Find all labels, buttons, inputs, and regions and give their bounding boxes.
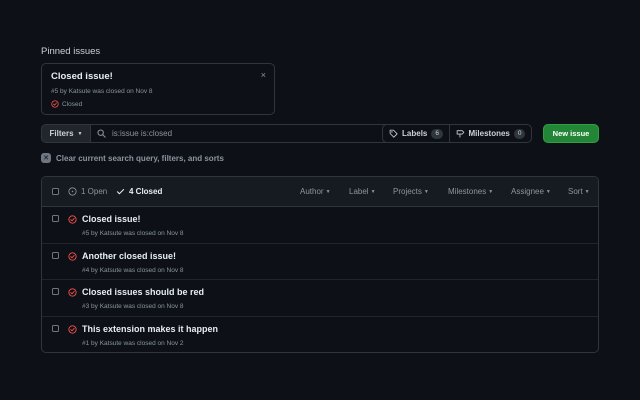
labels-button-label: Labels <box>402 129 428 138</box>
issue-meta: #4 by Katsute was closed on Nov 8 <box>82 266 184 274</box>
issue-title-link[interactable]: Closed issues should be red <box>82 287 204 297</box>
pinned-issue-status-label: Closed <box>62 100 83 108</box>
label-filter-label: Label <box>349 187 369 196</box>
open-issues-tab[interactable]: 1 Open <box>68 187 107 196</box>
issue-checkbox[interactable] <box>52 215 59 222</box>
sort-filter-label: Sort <box>568 187 583 196</box>
unpin-close-icon[interactable]: × <box>261 70 266 80</box>
chevron-down-icon: ▼ <box>423 188 429 195</box>
issue-checkbox[interactable] <box>52 288 59 295</box>
issue-title-link[interactable]: Closed issue! <box>82 214 141 224</box>
filters-button[interactable]: Filters ▼ <box>41 124 91 143</box>
issue-row[interactable]: This extension makes it happen #1 by Kat… <box>42 317 598 353</box>
issues-list-header: 1 Open 4 Closed Author ▼ Label ▼ Projects ▼… <box>42 177 598 207</box>
chevron-down-icon: ▼ <box>77 130 83 137</box>
issue-closed-icon <box>68 215 77 224</box>
clear-x-icon: ✕ <box>41 153 51 163</box>
chevron-down-icon: ▼ <box>545 188 551 195</box>
issue-meta: #5 by Katsute was closed on Nov 8 <box>82 230 184 237</box>
open-issues-label: 1 Open <box>81 187 108 196</box>
author-filter-label: Author <box>300 187 324 196</box>
check-icon <box>116 189 125 195</box>
pinned-issue-title[interactable]: Closed issue! <box>51 71 113 82</box>
issue-meta: #1 by Katsute was closed on Nov 2 <box>82 339 184 347</box>
filters-button-label: Filters <box>49 129 74 138</box>
pinned-issue-status: Closed <box>51 100 82 108</box>
issue-open-icon <box>68 187 77 196</box>
milestones-button-label: Milestones <box>468 129 510 138</box>
milestones-filter[interactable]: Milestones ▼ <box>448 187 493 196</box>
chevron-down-icon: ▼ <box>370 188 376 195</box>
issue-closed-icon <box>68 324 77 334</box>
chevron-down-icon: ▼ <box>488 188 494 195</box>
issue-title-link[interactable]: Another closed issue! <box>82 251 176 261</box>
issue-meta: #3 by Katsute was closed on Nov 8 <box>82 303 184 310</box>
milestones-button[interactable]: Milestones 0 <box>449 124 532 143</box>
issue-checkbox[interactable] <box>52 251 59 259</box>
search-icon <box>97 129 106 138</box>
milestones-counter: 0 <box>513 128 526 139</box>
new-issue-button[interactable]: New issue <box>543 124 599 143</box>
chevron-down-icon: ▼ <box>325 188 331 195</box>
label-filter[interactable]: Label ▼ <box>349 187 376 196</box>
pinned-issue-card[interactable]: Closed issue! × #5 by Katsute was closed… <box>41 63 275 115</box>
milestone-icon <box>456 130 464 138</box>
issues-list: 1 Open 4 Closed Author ▼ Label ▼ Projects ▼… <box>41 176 599 353</box>
issue-closed-icon <box>68 251 77 261</box>
assignee-filter[interactable]: Assignee ▼ <box>511 187 551 196</box>
issue-closed-icon <box>68 288 77 297</box>
pinned-issues-heading: Pinned issues <box>41 46 101 57</box>
search-box[interactable] <box>90 124 413 143</box>
projects-filter-label: Projects <box>393 187 422 196</box>
milestones-filter-label: Milestones <box>448 187 487 196</box>
clear-filters-link[interactable]: ✕ Clear current search query, filters, a… <box>41 153 224 163</box>
issue-checkbox[interactable] <box>52 324 59 332</box>
sort-filter[interactable]: Sort ▼ <box>568 187 590 196</box>
pinned-issue-meta: #5 by Katsute was closed on Nov 8 <box>51 88 153 95</box>
author-filter[interactable]: Author ▼ <box>300 187 331 196</box>
labels-button[interactable]: Labels 6 <box>382 124 450 143</box>
clear-filters-label: Clear current search query, filters, and… <box>56 153 224 163</box>
issue-closed-icon <box>51 100 59 108</box>
tag-icon <box>389 129 398 138</box>
issue-row[interactable]: Closed issues should be red #3 by Katsut… <box>42 280 598 317</box>
projects-filter[interactable]: Projects ▼ <box>393 187 429 196</box>
chevron-down-icon: ▼ <box>584 188 590 195</box>
issue-title-link[interactable]: This extension makes it happen <box>82 324 218 334</box>
closed-issues-tab[interactable]: 4 Closed <box>116 187 162 196</box>
select-all-checkbox[interactable] <box>52 188 59 195</box>
issue-row[interactable]: Another closed issue! #4 by Katsute was … <box>42 244 598 280</box>
issue-row[interactable]: Closed issue! #5 by Katsute was closed o… <box>42 207 598 244</box>
closed-issues-label: 4 Closed <box>129 187 163 196</box>
assignee-filter-label: Assignee <box>511 187 544 196</box>
search-input[interactable] <box>112 129 392 138</box>
labels-counter: 6 <box>431 128 443 139</box>
